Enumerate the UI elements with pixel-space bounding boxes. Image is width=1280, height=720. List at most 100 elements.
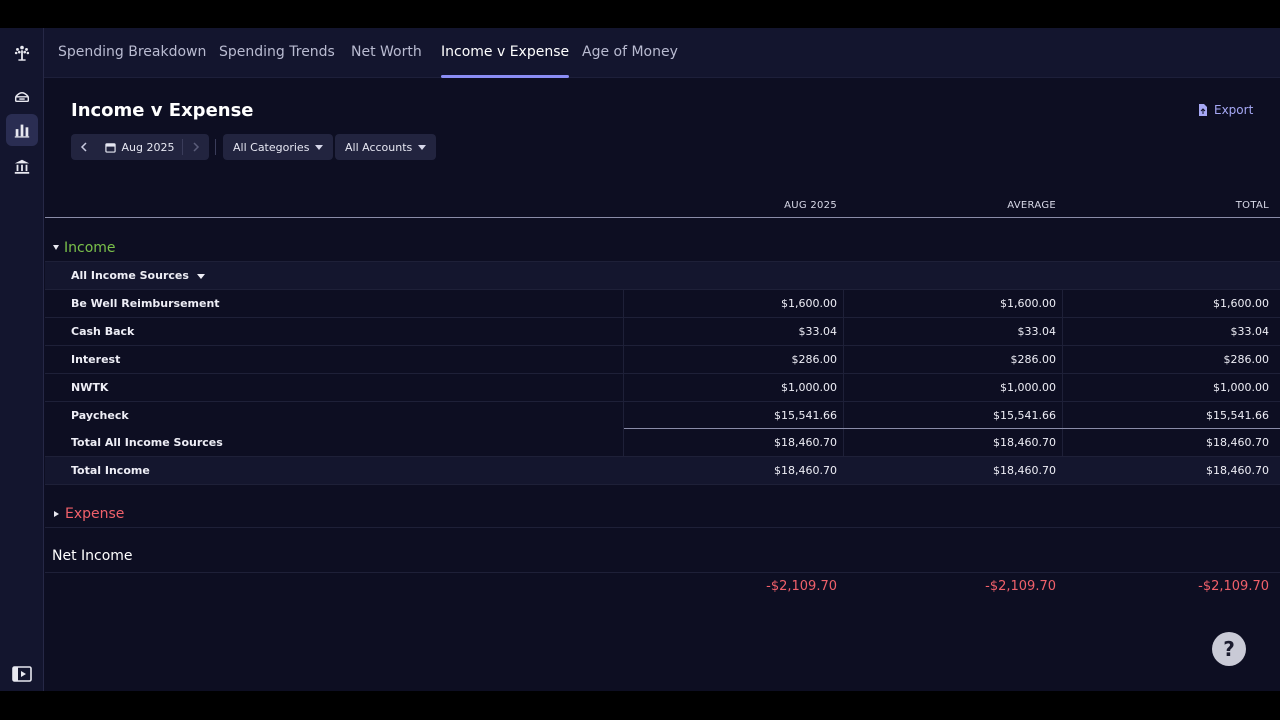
col-divider — [1062, 402, 1063, 429]
help-button[interactable]: ? — [1212, 632, 1246, 666]
income-section-toggle[interactable]: Income — [45, 234, 1280, 262]
logo-tree-icon[interactable] — [6, 37, 38, 69]
net-income-average: -$2,109.70 — [985, 579, 1056, 594]
cell-average: $18,460.70 — [993, 436, 1056, 449]
tab-net-worth[interactable]: Net Worth — [351, 28, 422, 78]
net-income-label: Net Income — [52, 548, 133, 564]
caret-right-icon — [54, 510, 59, 517]
row-name: Be Well Reimbursement — [71, 297, 220, 310]
table-row[interactable]: Paycheck $15,541.66 $15,541.66 $15,541.6… — [45, 402, 1280, 430]
group-label: All Income Sources — [71, 262, 205, 289]
cell-total: $18,460.70 — [1206, 436, 1269, 449]
cell-month: $1,000.00 — [781, 381, 837, 394]
cell-month: $286.00 — [791, 353, 838, 366]
expense-section-toggle[interactable]: Expense — [45, 500, 1280, 528]
cell-average: $33.04 — [1017, 325, 1057, 338]
letterbox-bottom — [0, 691, 1280, 720]
nav-rail — [0, 28, 44, 691]
col-divider — [843, 346, 844, 373]
controls-divider — [215, 139, 216, 155]
col-divider — [843, 374, 844, 401]
col-divider — [623, 318, 624, 345]
chevron-left-icon — [80, 142, 87, 152]
col-divider — [1062, 346, 1063, 373]
categories-dropdown[interactable]: All Categories — [223, 134, 334, 160]
prev-month-button[interactable] — [71, 134, 97, 160]
cell-total: $15,541.66 — [1206, 409, 1269, 422]
expense-section-label: Expense — [65, 505, 125, 522]
cell-total: $1,600.00 — [1213, 297, 1269, 310]
row-name: Interest — [71, 353, 121, 366]
categories-label: All Categories — [233, 140, 310, 154]
current-month: Aug 2025 — [121, 140, 175, 154]
month-selector[interactable]: Aug 2025 — [97, 141, 182, 154]
collapse-sidebar-icon[interactable] — [12, 666, 32, 682]
table-row[interactable]: NWTK $1,000.00 $1,000.00 $1,000.00 — [45, 374, 1280, 402]
export-button[interactable]: Export — [1198, 103, 1253, 117]
cell-total: $18,460.70 — [1206, 464, 1269, 477]
tab-spending-breakdown[interactable]: Spending Breakdown — [58, 28, 206, 78]
letterbox-top — [0, 0, 1280, 28]
cell-average: $18,460.70 — [993, 464, 1056, 477]
tab-spending-trends[interactable]: Spending Trends — [219, 28, 335, 78]
row-name: Cash Back — [71, 325, 135, 338]
column-header-average[interactable]: AVERAGE — [856, 200, 1056, 211]
file-export-icon — [1199, 104, 1207, 116]
col-divider — [1062, 318, 1063, 345]
row-name: Total All Income Sources — [71, 436, 223, 449]
accounts-bank-icon[interactable] — [6, 151, 38, 183]
budget-icon[interactable] — [6, 79, 38, 111]
caret-down-icon — [53, 245, 59, 250]
net-income-divider — [45, 572, 1280, 573]
cell-month: $18,460.70 — [774, 464, 837, 477]
tab-income-v-expense[interactable]: Income v Expense — [441, 28, 570, 78]
row-name: Total Income — [71, 464, 150, 477]
cell-month: $1,600.00 — [781, 297, 837, 310]
report-tabs: Spending Breakdown Spending Trends Net W… — [44, 28, 1280, 78]
caret-down-icon — [418, 144, 427, 150]
date-picker: Aug 2025 — [71, 134, 209, 160]
income-total-row: Total Income $18,460.70 $18,460.70 $18,4… — [45, 457, 1280, 485]
col-divider — [843, 429, 844, 456]
accounts-dropdown[interactable]: All Accounts — [335, 134, 437, 160]
col-divider — [1062, 429, 1063, 456]
header-divider — [45, 217, 1280, 218]
next-month-button[interactable] — [183, 134, 209, 160]
net-income-total: -$2,109.70 — [1198, 579, 1269, 594]
cell-average: $15,541.66 — [993, 409, 1056, 422]
page-title: Income v Expense — [71, 100, 254, 121]
cell-month: $33.04 — [798, 325, 838, 338]
column-header-total[interactable]: TOTAL — [1069, 200, 1269, 211]
income-section-label: Income — [64, 239, 116, 256]
col-divider — [1062, 374, 1063, 401]
col-divider — [623, 290, 624, 317]
col-divider — [1062, 290, 1063, 317]
table-row[interactable]: Be Well Reimbursement $1,600.00 $1,600.0… — [45, 290, 1280, 318]
col-divider — [623, 374, 624, 401]
col-divider — [843, 402, 844, 429]
cell-average: $286.00 — [1010, 353, 1057, 366]
tab-age-of-money[interactable]: Age of Money — [582, 28, 678, 78]
group-total-row: Total All Income Sources $18,460.70 $18,… — [45, 429, 1280, 457]
chevron-right-icon — [193, 142, 200, 152]
cell-average: $1,000.00 — [1000, 381, 1056, 394]
caret-down-icon — [315, 144, 324, 150]
col-divider — [623, 402, 624, 429]
table-row[interactable]: Cash Back $33.04 $33.04 $33.04 — [45, 318, 1280, 346]
group-label-text: All Income Sources — [71, 269, 189, 282]
cell-average: $1,600.00 — [1000, 297, 1056, 310]
app-window: Spending Breakdown Spending Trends Net W… — [0, 28, 1280, 691]
column-header-month[interactable]: AUG 2025 — [637, 200, 837, 211]
cell-month: $18,460.70 — [774, 436, 837, 449]
calendar-icon — [104, 142, 116, 153]
accounts-label: All Accounts — [345, 140, 413, 154]
reports-chart-icon[interactable] — [6, 114, 38, 146]
table-row[interactable]: Interest $286.00 $286.00 $286.00 — [45, 346, 1280, 374]
net-income-month: -$2,109.70 — [766, 579, 837, 594]
export-label: Export — [1214, 103, 1254, 117]
caret-down-icon — [196, 274, 205, 279]
cell-total: $1,000.00 — [1213, 381, 1269, 394]
income-group-row[interactable]: All Income Sources — [45, 262, 1280, 290]
cell-total: $286.00 — [1223, 353, 1270, 366]
col-divider — [623, 429, 624, 456]
